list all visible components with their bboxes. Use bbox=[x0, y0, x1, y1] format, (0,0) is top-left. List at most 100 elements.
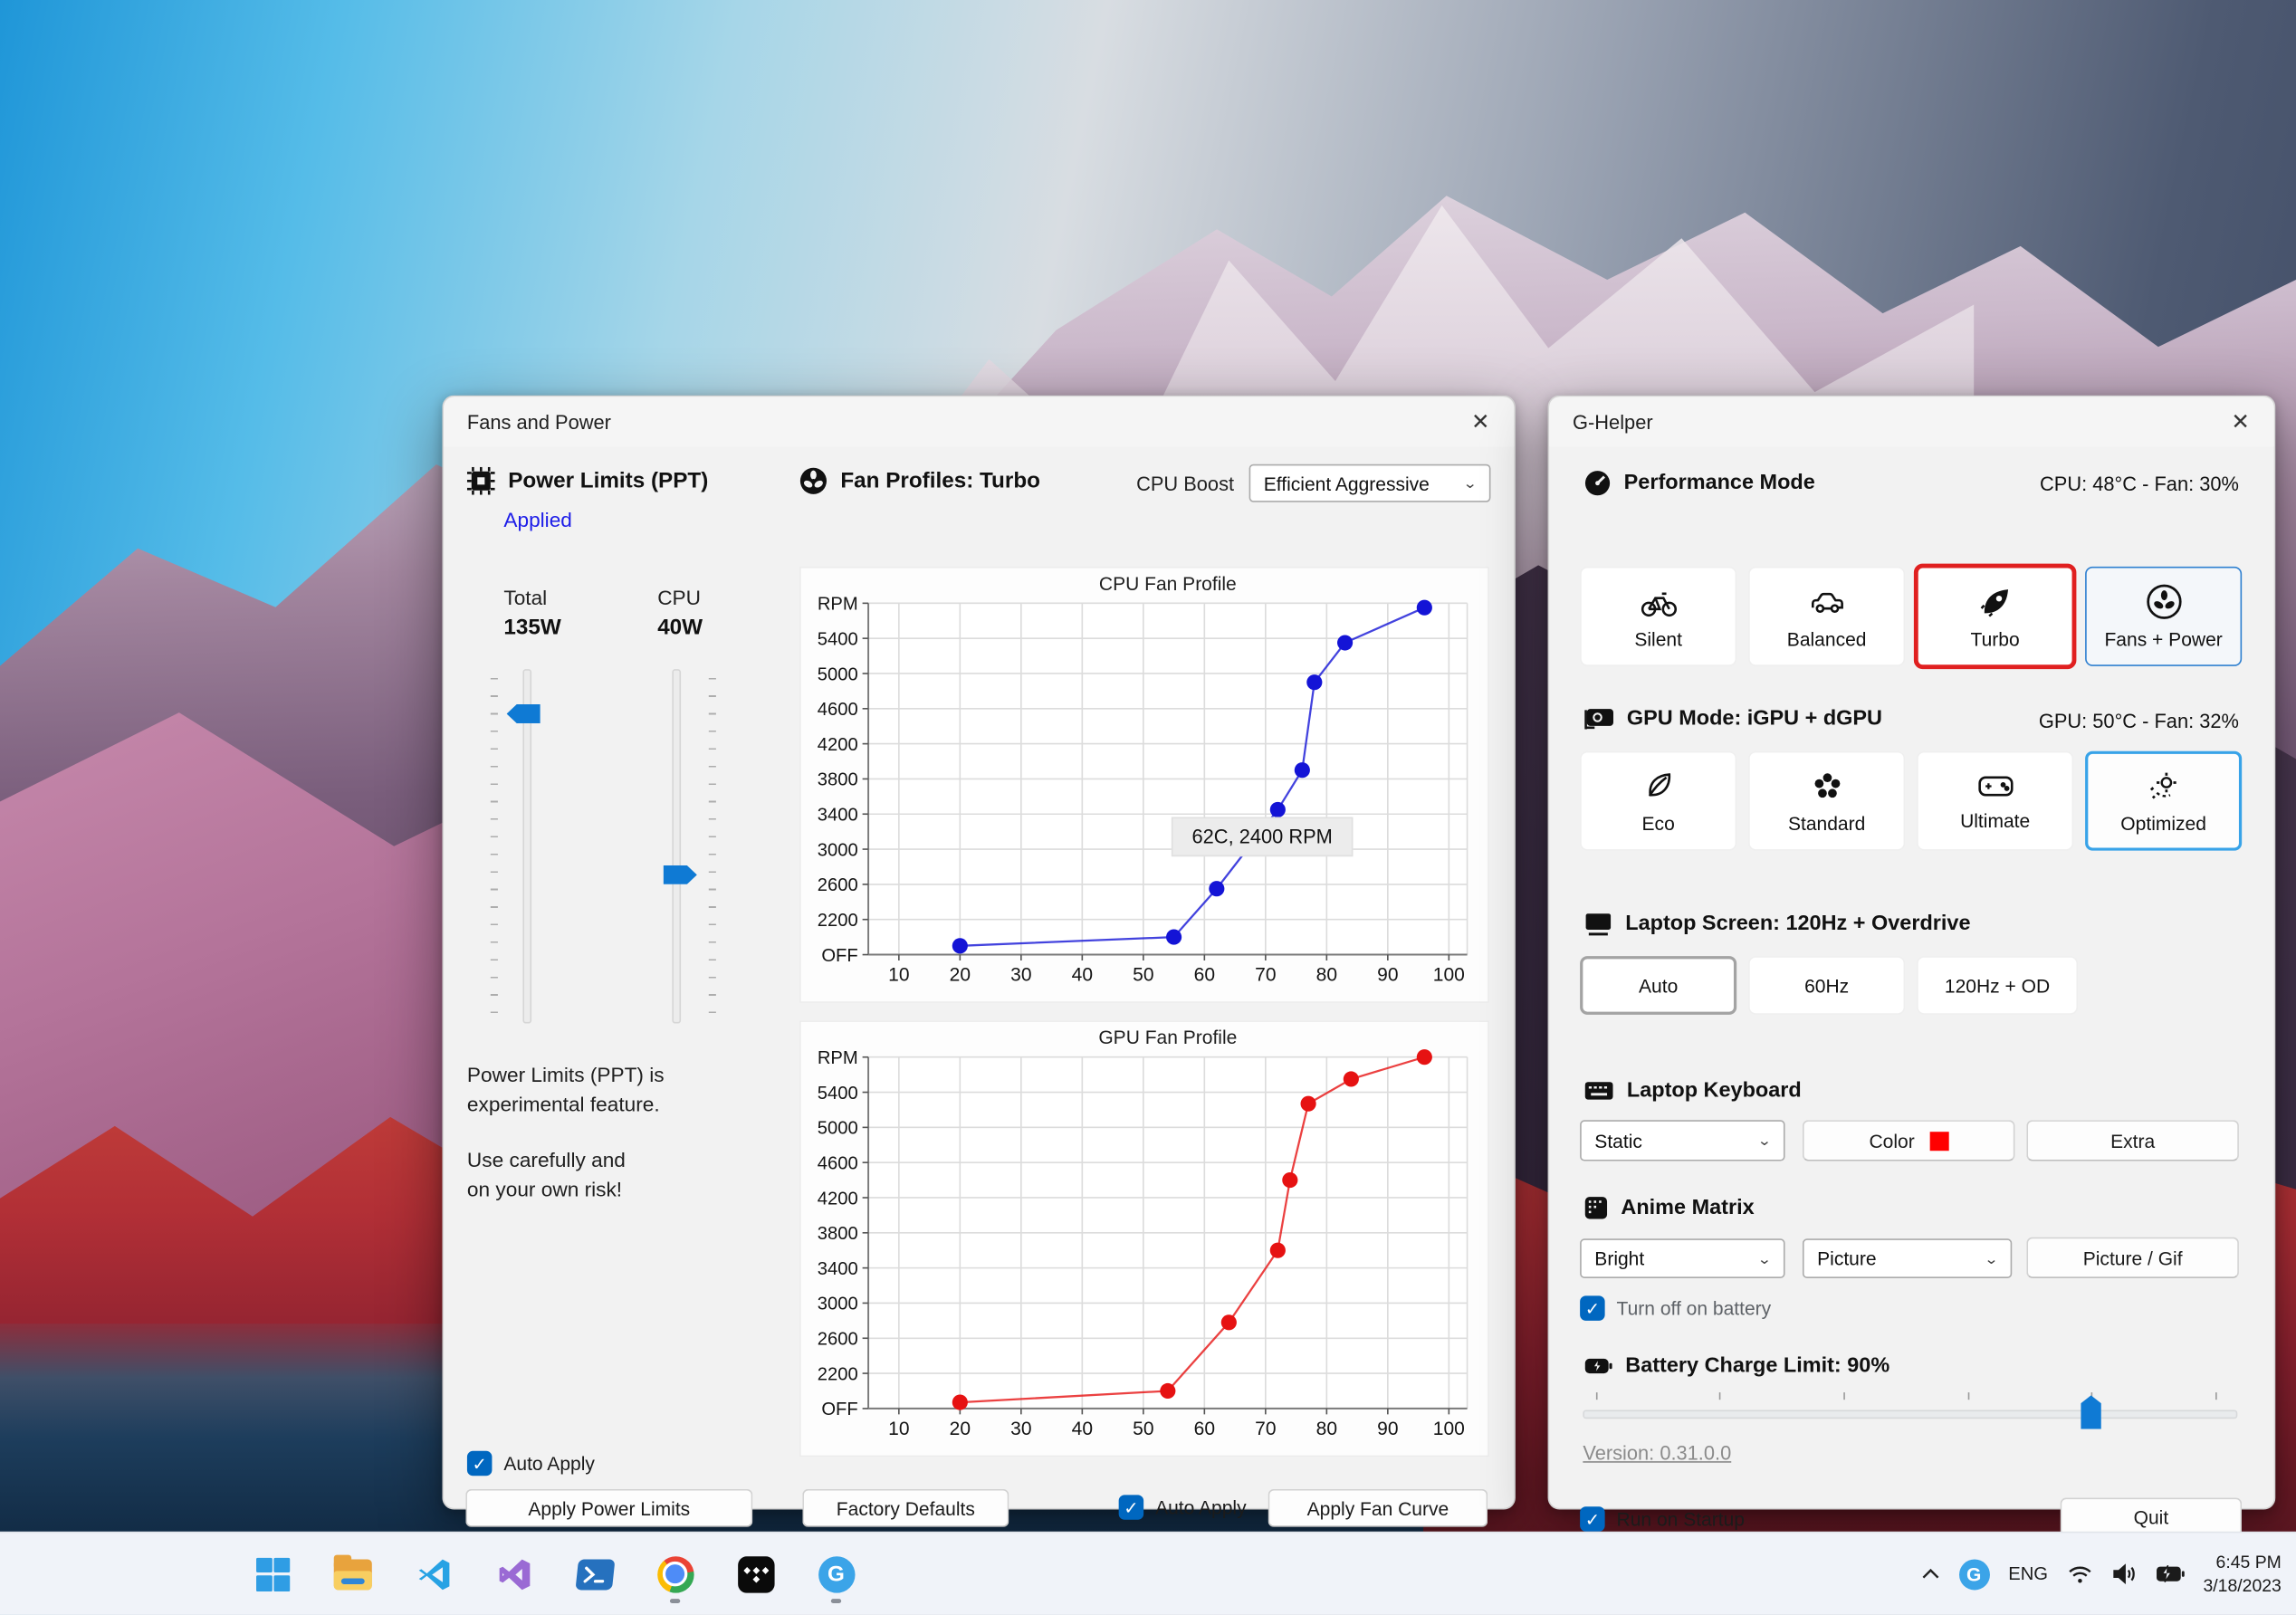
svg-text:3400: 3400 bbox=[818, 1259, 858, 1279]
factory-defaults-button[interactable]: Factory Defaults bbox=[802, 1488, 1009, 1527]
gpu-eco-button[interactable]: Eco bbox=[1580, 750, 1737, 851]
svg-text:60: 60 bbox=[1194, 965, 1215, 986]
svg-text:RPM: RPM bbox=[818, 595, 858, 615]
auto-apply-fan-checkbox[interactable]: ✓ Auto Apply bbox=[1118, 1495, 1247, 1520]
gpu-fan-chart[interactable]: OFF 2200 2600 3000 3400 3800 4200 4600 5000 5400 R… bbox=[801, 1022, 1488, 1456]
svg-text:50: 50 bbox=[1133, 1419, 1153, 1439]
battery-charging-icon[interactable] bbox=[2155, 1564, 2185, 1582]
file-explorer-button[interactable] bbox=[323, 1542, 382, 1606]
screen-60hz-button[interactable]: 60Hz bbox=[1748, 956, 1906, 1015]
tray-chevron-up-icon[interactable] bbox=[1920, 1568, 1939, 1580]
battery-slider-thumb[interactable] bbox=[2081, 1395, 2101, 1429]
auto-apply-power-checkbox[interactable]: ✓ Auto Apply bbox=[466, 1450, 595, 1476]
slider-ticks bbox=[708, 677, 716, 1015]
powershell-icon bbox=[574, 1558, 615, 1590]
svg-text:4200: 4200 bbox=[818, 1189, 858, 1209]
anime-mode-select[interactable]: Picture ⌄ bbox=[1802, 1238, 2013, 1278]
chrome-button[interactable] bbox=[646, 1542, 704, 1606]
cpu-boost-select[interactable]: Efficient Aggressive ⌄ bbox=[1248, 463, 1491, 502]
svg-text:20: 20 bbox=[950, 1419, 971, 1439]
wifi-icon[interactable] bbox=[2067, 1564, 2091, 1583]
auto-apply-label: Auto Apply bbox=[1155, 1496, 1247, 1519]
total-power-slider[interactable] bbox=[490, 669, 552, 1038]
cpu-fan-chart[interactable]: OFF 2200 2600 3000 3400 3800 4200 4600 5000 5400 R… bbox=[801, 569, 1488, 1002]
dot-matrix-icon bbox=[1584, 1196, 1608, 1219]
svg-text:80: 80 bbox=[1316, 1419, 1337, 1439]
keyboard-mode-select[interactable]: Static ⌄ bbox=[1580, 1120, 1785, 1161]
keyboard-color-button[interactable]: Color bbox=[1802, 1120, 2015, 1161]
fan-icon bbox=[2145, 583, 2183, 621]
chevron-down-icon: ⌄ bbox=[1984, 1250, 1999, 1267]
svg-text:4200: 4200 bbox=[818, 735, 858, 755]
keyboard-extra-button[interactable]: Extra bbox=[2026, 1120, 2239, 1161]
quit-button[interactable]: Quit bbox=[2060, 1497, 2243, 1536]
cpu-power-slider[interactable] bbox=[652, 669, 716, 1038]
cpu-boost-value: Efficient Aggressive bbox=[1263, 472, 1430, 494]
language-indicator[interactable]: ENG bbox=[2008, 1563, 2048, 1584]
clock[interactable]: 6:45 PM 3/18/2023 bbox=[2203, 1551, 2281, 1598]
chevron-down-icon: ⌄ bbox=[1756, 1132, 1772, 1149]
battery-charge-limit-title: Battery Charge Limit: 90% bbox=[1625, 1354, 1890, 1378]
mode-label: Silent bbox=[1634, 627, 1682, 651]
gpu-optimized-button[interactable]: Optimized bbox=[2085, 750, 2243, 851]
battery-slider-track[interactable] bbox=[1583, 1410, 2238, 1419]
turn-off-on-battery-checkbox[interactable]: ✓ Turn off on battery bbox=[1580, 1295, 1771, 1321]
warning-line: Use carefully and bbox=[466, 1148, 626, 1171]
warning-line: experimental feature. bbox=[466, 1091, 660, 1115]
laptop-keyboard-title: Laptop Keyboard bbox=[1626, 1078, 1802, 1103]
mode-label: Turbo bbox=[1970, 627, 2020, 651]
fans-window-titlebar[interactable]: Fans and Power ✕ bbox=[444, 397, 1515, 447]
checkbox-check-icon[interactable]: ✓ bbox=[1580, 1295, 1605, 1321]
anime-brightness-select[interactable]: Bright ⌄ bbox=[1580, 1238, 1785, 1278]
anime-picture-gif-button[interactable]: Picture / Gif bbox=[2026, 1237, 2239, 1278]
vscode-button[interactable] bbox=[404, 1542, 463, 1606]
cpu-power-slider-thumb[interactable] bbox=[663, 865, 697, 884]
version-link[interactable]: Version: 0.31.0.0 bbox=[1583, 1442, 1731, 1464]
mode-label: Balanced bbox=[1786, 627, 1867, 651]
cpu-boost-label: CPU Boost bbox=[1136, 473, 1235, 495]
mode-turbo-button[interactable]: Turbo bbox=[1913, 563, 2077, 670]
bicycle-icon bbox=[1640, 583, 1678, 621]
total-power-slider-thumb[interactable] bbox=[506, 703, 541, 723]
screen-option-label: 120Hz + OD bbox=[1944, 974, 2051, 997]
visual-studio-button[interactable] bbox=[484, 1542, 543, 1606]
close-icon[interactable]: ✕ bbox=[1447, 397, 1514, 446]
screen-auto-button[interactable]: Auto bbox=[1580, 956, 1737, 1015]
chrome-icon bbox=[656, 1555, 694, 1592]
checkbox-check-icon[interactable]: ✓ bbox=[1580, 1506, 1605, 1532]
mode-fans-power-button[interactable]: Fans + Power bbox=[2085, 566, 2243, 666]
run-on-startup-checkbox[interactable]: ✓ Run on Startup bbox=[1580, 1506, 1745, 1532]
checkbox-check-icon[interactable]: ✓ bbox=[1118, 1495, 1144, 1520]
svg-text:40: 40 bbox=[1072, 965, 1093, 986]
mode-balanced-button[interactable]: Balanced bbox=[1748, 566, 1906, 666]
laptop-keyboard-header: Laptop Keyboard bbox=[1584, 1079, 1802, 1103]
ghelper-window-titlebar[interactable]: G-Helper ✕ bbox=[1549, 397, 2274, 447]
optimized-gear-icon bbox=[2145, 767, 2183, 805]
slider-track[interactable] bbox=[672, 669, 682, 1024]
apply-power-limits-button[interactable]: Apply Power Limits bbox=[465, 1488, 753, 1527]
g-helper-tray-icon[interactable]: G bbox=[1958, 1558, 1990, 1590]
start-button[interactable] bbox=[243, 1542, 301, 1606]
close-icon[interactable]: ✕ bbox=[2206, 397, 2273, 446]
mode-silent-button[interactable]: Silent bbox=[1580, 566, 1737, 666]
volume-icon[interactable] bbox=[2111, 1563, 2136, 1584]
tidal-button[interactable] bbox=[726, 1542, 785, 1606]
gpu-ultimate-button[interactable]: Ultimate bbox=[1917, 750, 2074, 851]
applied-link[interactable]: Applied bbox=[503, 508, 572, 531]
file-explorer-icon bbox=[333, 1553, 372, 1590]
gpu-card-icon bbox=[1584, 707, 1613, 731]
mode-label: Standard bbox=[1787, 812, 1866, 835]
screen-120hz-od-button[interactable]: 120Hz + OD bbox=[1917, 956, 2079, 1015]
g-helper-button[interactable]: G bbox=[807, 1542, 866, 1606]
svg-text:OFF: OFF bbox=[821, 946, 857, 966]
svg-text:4600: 4600 bbox=[818, 700, 858, 720]
anime-brightness-value: Bright bbox=[1594, 1247, 1645, 1270]
svg-text:70: 70 bbox=[1255, 1419, 1276, 1439]
checkbox-check-icon[interactable]: ✓ bbox=[466, 1450, 493, 1476]
ghelper-window-title: G-Helper bbox=[1573, 410, 1653, 433]
gpu-standard-button[interactable]: Standard bbox=[1748, 750, 1906, 851]
apply-fan-curve-button[interactable]: Apply Fan Curve bbox=[1268, 1488, 1488, 1527]
tidal-icon bbox=[737, 1555, 774, 1592]
svg-text:10: 10 bbox=[888, 965, 909, 986]
powershell-button[interactable] bbox=[565, 1542, 624, 1606]
